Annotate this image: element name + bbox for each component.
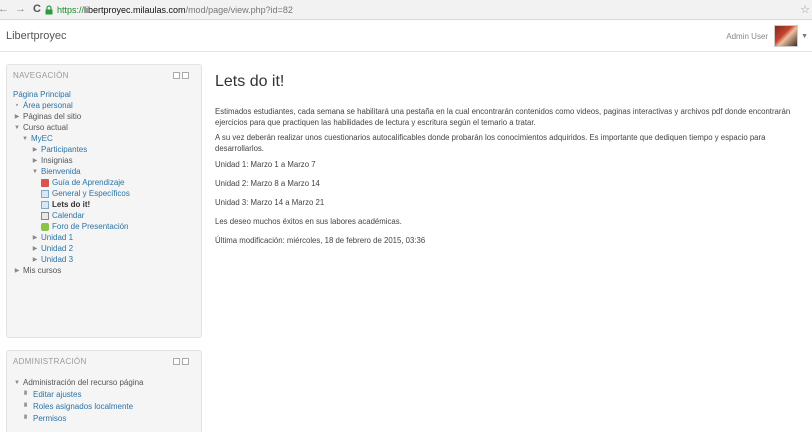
reload-icon[interactable]: C [33,4,41,15]
expand-arrow-icon[interactable]: ▶ [31,245,39,252]
unit-1-dates: Unidad 1: Marzo 1 a Marzo 7 [215,160,316,169]
nav-item-label: Área personal [23,101,73,110]
nav-item-unidad-2[interactable]: ▶ Unidad 2 [31,243,73,254]
nav-item-label: Mis cursos [23,266,62,275]
site-header: Libertproyec Admin User ▼ [0,21,812,52]
forum-icon [41,222,49,231]
nav-item-unidad-1[interactable]: ▶ Unidad 1 [31,232,73,243]
nav-item-participantes[interactable]: ▶ Participantes [31,144,88,155]
admin-item-label: Administración del recurso página [23,378,144,387]
nav-item-label: Unidad 3 [41,255,74,264]
admin-item-label: Roles asignados localmente [33,402,134,411]
page-icon [41,200,49,209]
page-icon [41,189,49,198]
collapse-arrow-icon[interactable]: ▼ [13,380,21,386]
url-scheme: https:// [57,5,85,15]
nav-item-calendar[interactable]: Calendar [41,210,84,221]
admin-item-permisos[interactable]: ▘ Permisos [23,413,66,424]
dock-icon[interactable] [173,358,180,365]
user-menu[interactable]: Admin User ▼ [726,25,808,47]
expand-arrow-icon[interactable]: ▶ [31,157,39,164]
nav-item-label: Lets do it! [52,200,91,209]
nav-item-label: Unidad 2 [41,244,74,253]
user-name[interactable]: Admin User [726,32,768,41]
nav-item-label: Página Principal [13,90,71,99]
nav-item-insignias[interactable]: ▶ Insignias [31,155,73,166]
page-title: Lets do it! [215,73,285,90]
unit-3-dates: Unidad 3: Marzo 14 a Marzo 21 [215,198,325,207]
nav-item-label: MyEC [31,134,53,143]
nav-item-unidad-3[interactable]: ▶ Unidad 3 [31,254,73,265]
nav-item-label: Curso actual [23,123,68,132]
site-title[interactable]: Libertproyec [6,30,67,42]
nav-item-label: Participantes [41,145,88,154]
nav-item-guia-aprendizaje[interactable]: Guía de Aprendizaje [41,177,125,188]
expand-arrow-icon[interactable]: ▶ [13,113,21,120]
quiz-paragraph: A su vez deberán realizar unos cuestiona… [215,133,766,153]
avatar[interactable] [774,25,799,47]
lock-icon [45,5,53,15]
closing-paragraph: Les deseo muchos éxitos en sus labores a… [215,217,402,226]
back-icon[interactable]: ← [0,4,9,15]
pdf-file-icon [41,178,49,187]
nav-item-label: Bienvenida [41,167,81,176]
nav-item-label: General y Específicos [52,189,130,198]
nav-item-label: Páginas del sitio [23,112,82,121]
nav-item-area-personal[interactable]: ▪ Área personal [13,100,73,111]
unit-2-dates: Unidad 2: Marzo 8 a Marzo 14 [215,179,320,188]
settings-bullet-icon: ▘ [24,403,30,411]
nav-item-mis-cursos[interactable]: ▶ Mis cursos [13,265,62,276]
nav-item-label: Insignias [41,156,73,165]
block-title-administration: ADMINISTRACIÓN [13,357,87,366]
address-bar[interactable]: https:// libertproyec.milaulas.com /mod/… [44,2,794,18]
chevron-down-icon[interactable]: ▼ [801,33,808,40]
calendar-icon [41,211,49,220]
navigation-block: NAVEGACIÓN Página Principal ▪ Área perso… [6,64,202,338]
admin-item-recurso-pagina[interactable]: ▼ Administración del recurso página [13,377,144,388]
dock-icon[interactable] [173,72,180,79]
expand-arrow-icon[interactable]: ▶ [31,234,39,241]
nav-item-myec[interactable]: ▼ MyEC [21,133,53,144]
admin-item-roles-asignados[interactable]: ▘ Roles asignados localmente [23,401,133,412]
collapse-icon[interactable] [182,358,189,365]
collapse-arrow-icon[interactable]: ▼ [13,125,21,131]
admin-item-label: Editar ajustes [33,390,82,399]
block-title-navigation: NAVEGACIÓN [13,71,69,80]
intro-paragraph: Estimados estudiantes, cada semana se ha… [215,107,791,127]
admin-item-label: Permisos [33,414,67,423]
nav-item-home[interactable]: Página Principal [13,89,71,100]
nav-item-label: Foro de Presentación [52,222,129,231]
settings-bullet-icon: ▘ [24,391,30,399]
nav-item-label: Guía de Aprendizaje [52,178,125,187]
bullet-icon: ▪ [15,102,19,109]
nav-item-foro-presentacion[interactable]: Foro de Presentación [41,221,129,232]
nav-item-paginas-sitio[interactable]: ▶ Páginas del sitio [13,111,82,122]
settings-bullet-icon: ▘ [24,415,30,423]
url-host: libertproyec.milaulas.com [84,5,186,15]
last-modified: Última modificación: miércoles, 18 de fe… [215,236,426,245]
nav-item-curso-actual[interactable]: ▼ Curso actual [13,122,68,133]
url-path: /mod/page/view.php?id=82 [185,5,293,15]
forward-icon[interactable]: → [15,4,26,15]
admin-item-editar-ajustes[interactable]: ▘ Editar ajustes [23,389,81,400]
collapse-arrow-icon[interactable]: ▼ [31,169,39,175]
nav-item-label: Unidad 1 [41,233,74,242]
collapse-arrow-icon[interactable]: ▼ [21,136,29,142]
bookmark-star-icon[interactable]: ☆ [800,3,810,16]
expand-arrow-icon[interactable]: ▶ [13,267,21,274]
nav-item-label: Calendar [52,211,85,220]
administration-block: ADMINISTRACIÓN ▼ Administración del recu… [6,350,202,432]
nav-item-general-especificos[interactable]: General y Específicos [41,188,130,199]
expand-arrow-icon[interactable]: ▶ [31,146,39,153]
expand-arrow-icon[interactable]: ▶ [31,256,39,263]
collapse-icon[interactable] [182,72,189,79]
nav-item-bienvenida[interactable]: ▼ Bienvenida [31,166,81,177]
browser-toolbar: ← → C https:// libertproyec.milaulas.com… [0,0,812,20]
nav-item-lets-do-it[interactable]: Lets do it! [41,199,90,210]
